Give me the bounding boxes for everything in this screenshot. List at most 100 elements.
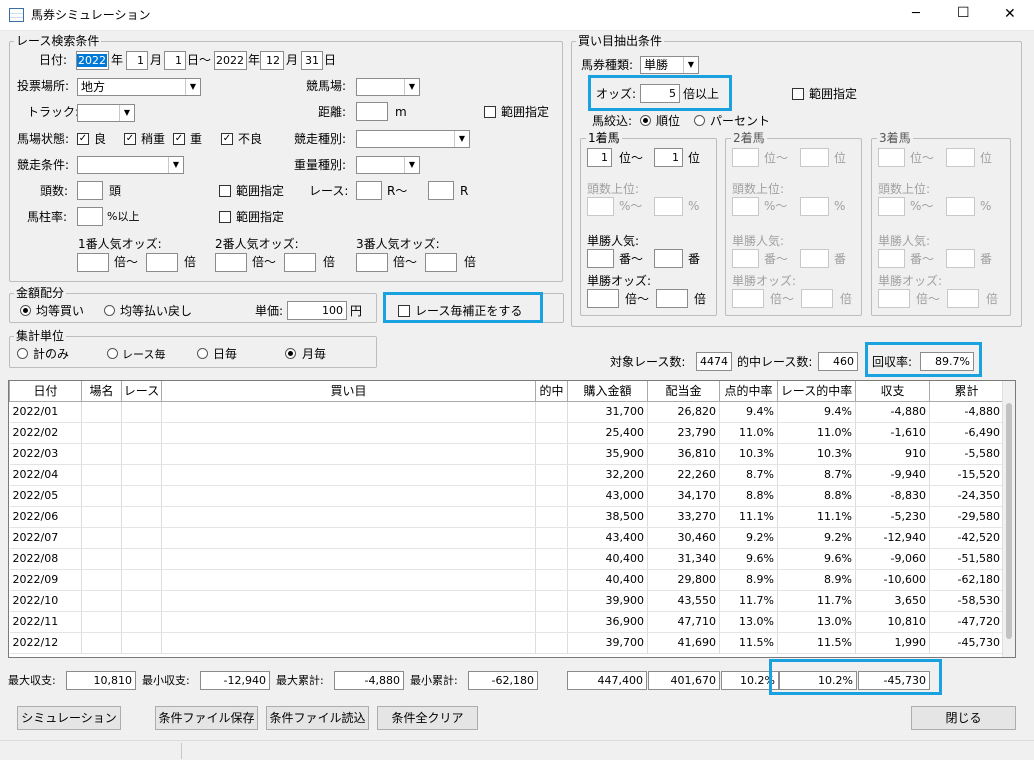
pop1-to-input[interactable] (146, 253, 178, 272)
maximize-icon[interactable]: ☐ (957, 6, 970, 20)
column-header[interactable]: 日付 (9, 381, 82, 402)
h1-rank-from-input[interactable]: 1 (587, 148, 612, 167)
agg-total-radio[interactable] (17, 348, 28, 359)
table-row[interactable]: 2022/01 31,700 26,820 9.4% 9.4% -4,880 -4,880 (9, 401, 1004, 423)
narrow-pct-radio[interactable] (694, 115, 705, 126)
h2-pop-to-input[interactable] (800, 249, 829, 268)
h1-pop-from-input[interactable] (587, 249, 614, 268)
race-cond-select[interactable]: ▼ (77, 156, 184, 174)
h3-odds-from-input[interactable] (878, 289, 910, 308)
table-row[interactable]: 2022/10 39,900 43,550 11.7% 11.7% 3,650 -58,53… (9, 590, 1004, 612)
column-header[interactable]: 的中 (535, 381, 568, 402)
results-table[interactable]: 日付 場名 レース 買い目 的中 購入金額 配当金 点的中率 レース的中率 収支 累計 2022/0… (8, 380, 1016, 658)
minimize-icon[interactable]: ─ (912, 7, 920, 21)
h2-odds-from-input[interactable] (732, 289, 764, 308)
column-header[interactable]: 場名 (81, 381, 122, 402)
column-header[interactable]: 収支 (855, 381, 930, 402)
save-conditions-button[interactable]: 条件ファイル保存 (155, 706, 258, 730)
pop2-to-input[interactable] (284, 253, 316, 272)
h2-pct-to-input[interactable] (800, 197, 829, 216)
equal-payout-radio[interactable] (104, 305, 115, 316)
scrollbar-thumb[interactable] (1006, 403, 1012, 639)
venue-select[interactable]: 地方 ▼ (77, 78, 201, 96)
h3-rank-from-input[interactable] (878, 148, 905, 167)
column-header[interactable]: 累計 (929, 381, 1004, 402)
track-select[interactable]: ▼ (77, 104, 135, 122)
pop3-to-input[interactable] (425, 253, 457, 272)
condition-checkbox-2[interactable]: ✓ (124, 133, 136, 145)
race-kind-select[interactable]: ▼ (356, 130, 470, 148)
course-select[interactable]: ▼ (356, 78, 420, 96)
weight-select[interactable]: ▼ (356, 156, 420, 174)
table-row[interactable]: 2022/06 38,500 33,270 11.1% 11.1% -5,230 -29,5… (9, 506, 1004, 528)
unit-price-input[interactable]: 100 (287, 301, 347, 320)
condition-checkbox-4[interactable]: ✓ (221, 133, 233, 145)
table-row[interactable]: 2022/08 40,400 31,340 9.6% 9.6% -9,060 -51,580 (9, 548, 1004, 570)
umabashira-range-checkbox[interactable] (219, 211, 231, 223)
race-from-input[interactable] (356, 181, 382, 200)
table-row[interactable]: 2022/07 43,400 30,460 9.2% 9.2% -12,940 -42,52… (9, 527, 1004, 549)
table-row[interactable]: 2022/02 25,400 23,790 11.0% 11.0% -1,610 -6,49… (9, 422, 1004, 444)
h3-odds-to-input[interactable] (947, 289, 979, 308)
pop3-from-input[interactable] (356, 253, 388, 272)
from-day-input[interactable]: 1 (164, 51, 186, 70)
h2-odds-to-input[interactable] (801, 289, 833, 308)
h3-pct-from-input[interactable] (878, 197, 905, 216)
h2-rank-from-input[interactable] (732, 148, 759, 167)
clear-conditions-button[interactable]: 条件全クリア (377, 706, 478, 730)
race-to-input[interactable] (428, 181, 454, 200)
h3-pop-to-input[interactable] (946, 249, 975, 268)
table-row[interactable]: 2022/09 40,400 29,800 8.9% 8.9% -10,600 -62,18… (9, 569, 1004, 591)
heads-range-checkbox[interactable] (219, 185, 231, 197)
to-month-input[interactable]: 12 (260, 51, 284, 70)
table-row[interactable]: 2022/04 32,200 22,260 8.7% 8.7% -9,940 -15,520 (9, 464, 1004, 486)
load-conditions-button[interactable]: 条件ファイル読込 (266, 706, 369, 730)
h2-pct-from-input[interactable] (732, 197, 759, 216)
distance-input[interactable] (356, 102, 388, 121)
to-year-input[interactable]: 2022 (214, 51, 247, 70)
column-header[interactable]: レース的中率 (777, 381, 856, 402)
h2-pop-from-input[interactable] (732, 249, 759, 268)
h2-rank-to-input[interactable] (800, 148, 829, 167)
from-month-input[interactable]: 1 (126, 51, 148, 70)
h1-odds-to-input[interactable] (656, 289, 688, 308)
table-row[interactable]: 2022/11 36,900 47,710 13.0% 13.0% 10,810 -47,7… (9, 611, 1004, 633)
condition-checkbox-1[interactable]: ✓ (77, 133, 89, 145)
odds-range-checkbox[interactable] (792, 88, 804, 100)
h3-pct-to-input[interactable] (946, 197, 975, 216)
h1-pct-from-input[interactable] (587, 197, 614, 216)
h3-rank-to-input[interactable] (946, 148, 975, 167)
close-button[interactable]: 閉じる (911, 706, 1016, 730)
table-cell: 26,820 (647, 401, 720, 423)
table-row[interactable]: 2022/03 35,900 36,810 10.3% 10.3% 910 -5,580 (9, 443, 1004, 465)
agg-day-radio[interactable] (197, 348, 208, 359)
vertical-scrollbar[interactable] (1002, 381, 1015, 657)
agg-month-radio[interactable] (285, 348, 296, 359)
condition-checkbox-3[interactable]: ✓ (173, 133, 185, 145)
ticket-type-select[interactable]: 単勝 ▼ (640, 56, 699, 74)
from-year-input[interactable]: 2022 (76, 51, 109, 70)
agg-race-radio[interactable] (107, 348, 118, 359)
column-header[interactable]: 点的中率 (719, 381, 778, 402)
close-icon[interactable]: ✕ (1004, 7, 1016, 21)
table-row[interactable]: 2022/05 43,000 34,170 8.8% 8.8% -8,830 -24,350 (9, 485, 1004, 507)
heads-input[interactable] (77, 181, 103, 200)
h1-pct-to-input[interactable] (654, 197, 683, 216)
column-header[interactable]: レース (121, 381, 162, 402)
equal-buy-radio[interactable] (20, 305, 31, 316)
umabashira-input[interactable] (77, 207, 103, 226)
distance-range-checkbox[interactable] (484, 106, 496, 118)
h1-odds-from-input[interactable] (587, 289, 619, 308)
narrow-rank-radio[interactable] (640, 115, 651, 126)
column-header[interactable]: 買い目 (161, 381, 536, 402)
h3-pop-from-input[interactable] (878, 249, 905, 268)
pop2-from-input[interactable] (215, 253, 247, 272)
pop1-from-input[interactable] (77, 253, 109, 272)
h1-pop-to-input[interactable] (654, 249, 683, 268)
column-header[interactable]: 配当金 (647, 381, 720, 402)
table-row[interactable]: 2022/12 39,700 41,690 11.5% 11.5% 1,990 -45,73… (9, 632, 1004, 654)
column-header[interactable]: 購入金額 (567, 381, 648, 402)
simulate-button[interactable]: シミュレーション (17, 706, 121, 730)
to-day-input[interactable]: 31 (301, 51, 323, 70)
h1-rank-to-input[interactable]: 1 (654, 148, 683, 167)
